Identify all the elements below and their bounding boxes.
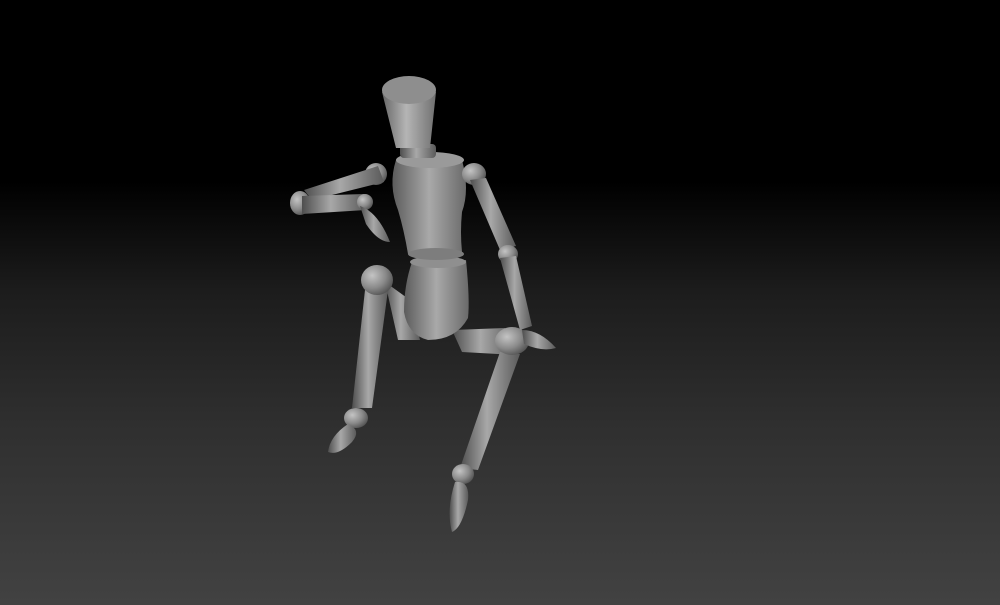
- right-arm: [462, 163, 556, 350]
- head: [382, 76, 436, 158]
- left-arm: [290, 163, 390, 242]
- right-leg: [449, 327, 529, 532]
- pelvis: [404, 256, 469, 340]
- torso: [392, 152, 466, 260]
- mannequin-figure: [290, 76, 556, 532]
- 3d-viewport[interactable]: [0, 0, 1000, 605]
